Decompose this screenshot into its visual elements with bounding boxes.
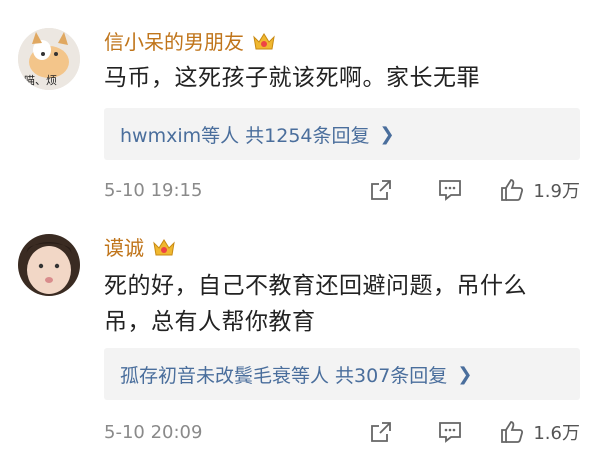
crown-badge-icon (252, 31, 276, 51)
comment-item: 谟诚 死的好，自己不教育还回避问题，吊什么 吊，总有人帮你教育 孤存初音未改鬓毛… (0, 220, 600, 456)
comment-icon (439, 422, 462, 443)
like-count: 1.6万 (533, 423, 580, 444)
comment-text-line: 死的好，自己不教育还回避问题，吊什么 (104, 273, 527, 299)
action-bar: 1.9万 (369, 173, 580, 207)
username-text: 信小呆的男朋友 (104, 30, 244, 54)
replies-text: 孤存初音未改鬓毛衰等人 共307条回复 (120, 364, 448, 387)
share-button[interactable] (369, 178, 393, 202)
chevron-right-icon: ❯ (379, 123, 395, 145)
replies-link[interactable]: 孤存初音未改鬓毛衰等人 共307条回复 ❯ (104, 348, 580, 400)
cat-avatar-image: 喵、烦 (18, 28, 80, 90)
username-text: 谟诚 (104, 236, 144, 260)
comment-meta: 5-10 19:15 1.9万 (104, 173, 580, 207)
comment-item: 喵、烦 信小呆的男朋友 马币，这死孩子就该死啊。家长无罪 hwmxim等人 共1… (0, 0, 600, 220)
username[interactable]: 信小呆的男朋友 (104, 26, 276, 55)
replies-link[interactable]: hwmxim等人 共1254条回复 ❯ (104, 108, 580, 160)
face-avatar-image (18, 234, 80, 296)
comment-text: 马币，这死孩子就该死啊。家长无罪 (104, 65, 480, 91)
comment-text: 死的好，自己不教育还回避问题，吊什么 吊，总有人帮你教育 (104, 268, 580, 340)
comment-text-line: 吊，总有人帮你教育 (104, 309, 316, 335)
comment-button[interactable] (437, 178, 463, 202)
like-button[interactable]: 1.6万 (499, 419, 580, 445)
username[interactable]: 谟诚 (104, 232, 176, 261)
share-button[interactable] (369, 420, 393, 444)
chevron-right-icon: ❯ (457, 363, 473, 385)
share-icon (371, 422, 392, 442)
comment-button[interactable] (437, 420, 463, 444)
like-count: 1.9万 (533, 181, 580, 202)
like-button[interactable]: 1.9万 (499, 177, 580, 203)
crown-badge-icon (152, 237, 176, 257)
comment-icon (439, 180, 462, 201)
like-icon (501, 421, 524, 443)
action-bar: 1.6万 (369, 415, 580, 449)
comment-meta: 5-10 20:09 1.6万 (104, 415, 580, 449)
avatar[interactable]: 喵、烦 (18, 28, 80, 90)
replies-text: hwmxim等人 共1254条回复 (120, 124, 370, 147)
avatar-caption: 喵、烦 (24, 74, 57, 87)
like-icon (501, 179, 524, 201)
avatar[interactable] (18, 234, 80, 296)
share-icon (371, 180, 392, 200)
